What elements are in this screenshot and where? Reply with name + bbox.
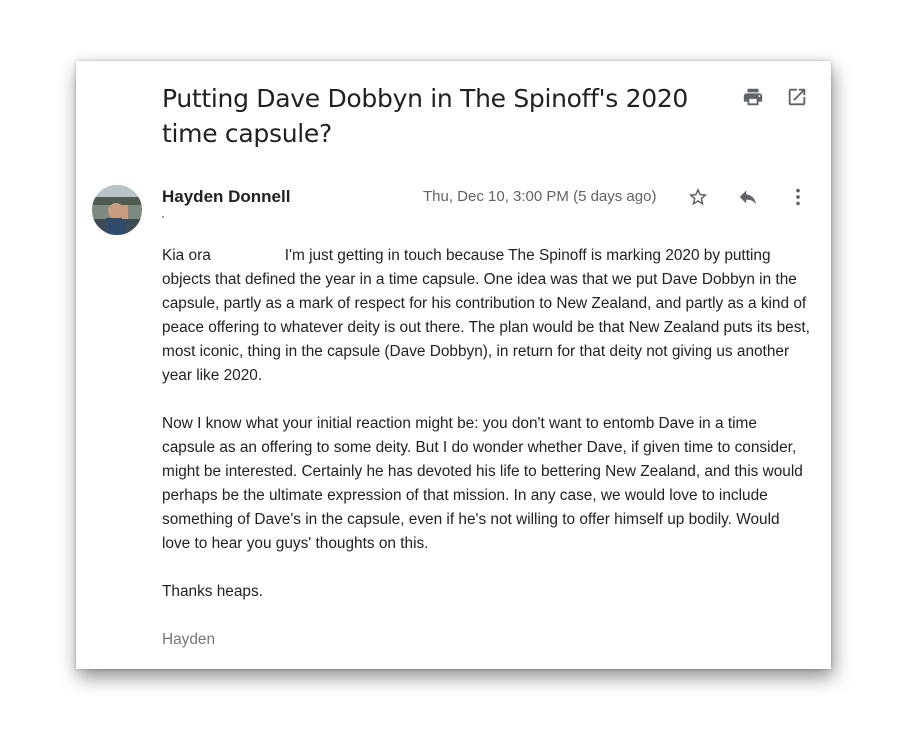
print-icon[interactable] xyxy=(741,85,765,109)
avatar xyxy=(92,185,142,235)
paragraph-2: Now I know what your initial reaction mi… xyxy=(162,415,803,552)
paragraph-1: Kia ora I'm just getting in touch because… xyxy=(162,244,812,388)
email-date: Thu, Dec 10, 3:00 PM (5 days ago) xyxy=(423,188,657,205)
sender-name[interactable]: Hayden Donnell xyxy=(162,187,290,207)
email-card: Putting Dave Dobbyn in The Spinoff's 202… xyxy=(76,61,831,669)
paragraph-1-text: I'm just getting in touch because The Sp… xyxy=(162,247,810,384)
email-subject: Putting Dave Dobbyn in The Spinoff's 202… xyxy=(162,84,689,148)
message-actions xyxy=(686,185,810,209)
recipient-indicator xyxy=(162,216,164,218)
signature: Hayden xyxy=(162,631,216,648)
top-actions xyxy=(741,85,809,109)
reply-icon[interactable] xyxy=(736,185,760,209)
open-in-new-icon[interactable] xyxy=(785,85,809,109)
more-vert-icon[interactable] xyxy=(786,185,810,209)
star-icon[interactable] xyxy=(686,185,710,209)
greeting: Kia ora xyxy=(162,247,211,264)
email-body: Kia ora I'm just getting in touch because… xyxy=(162,244,812,676)
closing: Thanks heaps. xyxy=(162,583,263,600)
